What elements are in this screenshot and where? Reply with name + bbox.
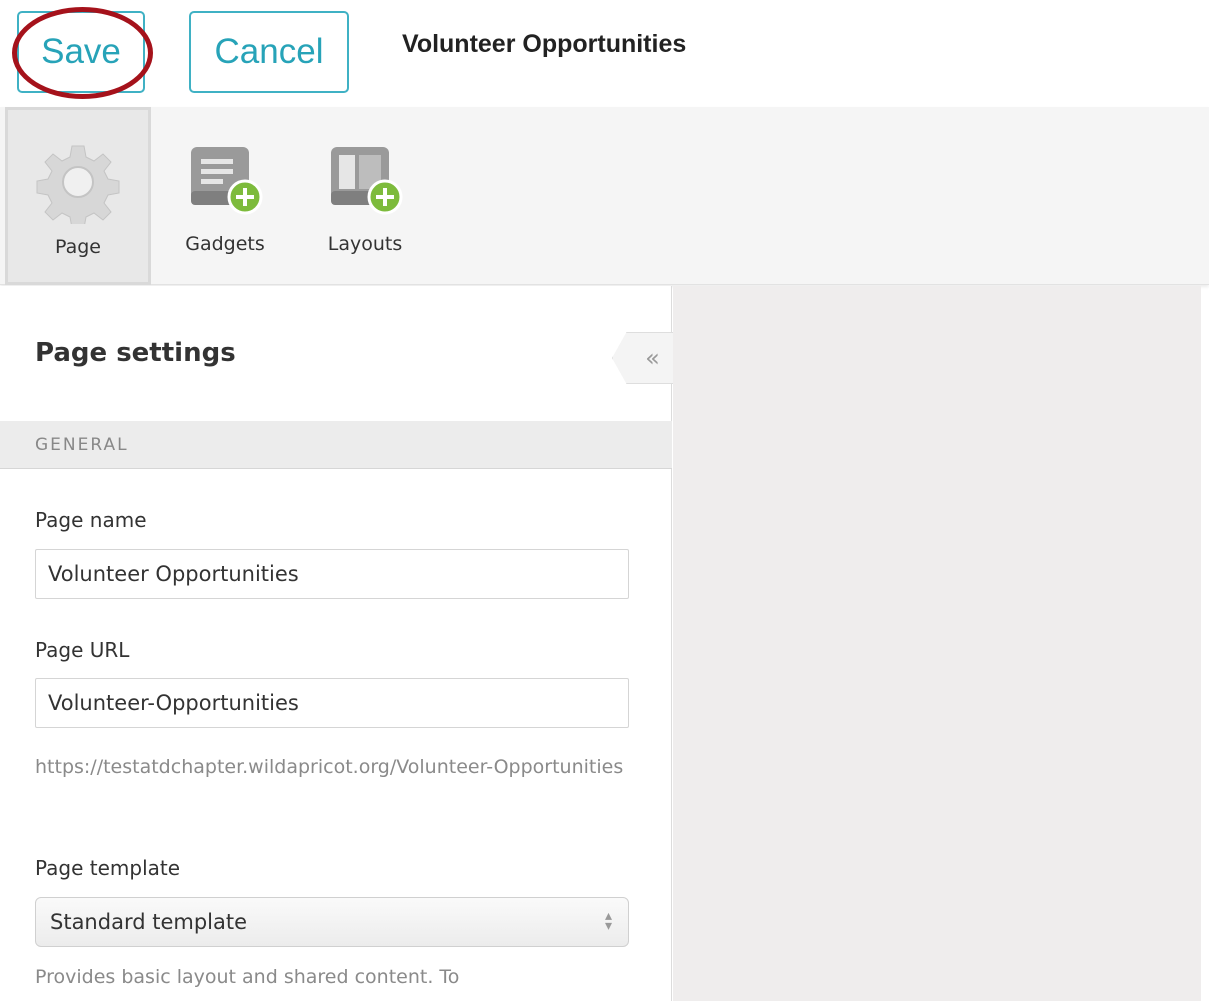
tool-page-label: Page [55,236,101,258]
add-gadget-icon [191,147,263,215]
cancel-button[interactable]: Cancel [189,11,349,93]
tool-layouts-label: Layouts [327,233,403,255]
page-name-input[interactable] [35,549,629,599]
section-header-general: GENERAL [0,421,672,469]
page-canvas [673,286,1201,1001]
editor-toolbar: Page Gadgets Layouts [0,107,1209,285]
tool-layouts[interactable]: Layouts [300,107,430,285]
add-layout-icon [331,147,403,215]
panel-heading: Page settings [35,338,236,368]
collapse-panel-button[interactable]: « [612,332,678,384]
page-template-label: Page template [35,856,181,880]
page-template-select[interactable]: Standard template ▴ ▾ [35,897,629,947]
page-url-input[interactable] [35,678,629,728]
page-settings-panel: Page settings « GENERAL Page name Page U… [0,286,678,1001]
page-url-preview: https://testatdchapter.wildapricot.org/V… [35,756,624,778]
tool-gadgets-label: Gadgets [185,233,265,255]
tool-page[interactable]: Page [5,107,151,285]
page-template-selected: Standard template [50,910,248,934]
page-template-description: Provides basic layout and shared content… [35,966,460,988]
page-title: Volunteer Opportunities [402,30,687,58]
top-bar: Save Cancel Volunteer Opportunities [0,0,1209,107]
double-chevron-left-icon: « [645,344,660,372]
page-url-label: Page URL [35,638,130,662]
page-name-label: Page name [35,508,147,532]
select-arrows-icon: ▴ ▾ [604,908,612,934]
save-button[interactable]: Save [17,11,145,93]
tool-gadgets[interactable]: Gadgets [160,107,290,285]
gear-icon [36,145,120,224]
